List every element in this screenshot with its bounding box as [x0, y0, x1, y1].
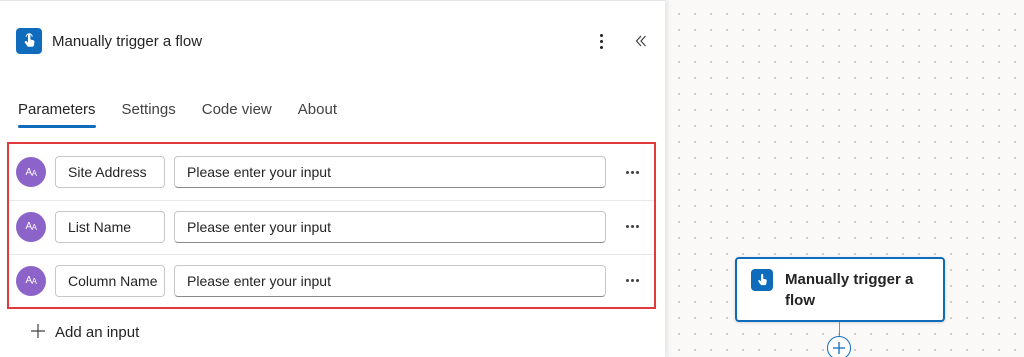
- add-input-button[interactable]: Add an input: [30, 323, 139, 342]
- collapse-panel-icon[interactable]: [633, 33, 649, 49]
- input-value-field[interactable]: Please enter your input: [174, 156, 606, 188]
- touch-trigger-icon: [16, 28, 42, 54]
- plus-icon: [30, 323, 46, 342]
- text-type-icon: AA: [16, 157, 46, 187]
- input-name-field[interactable]: Site Address: [55, 156, 165, 188]
- designer-canvas[interactable]: Manually trigger a flow: [665, 0, 1024, 357]
- input-name-field[interactable]: Column Name: [55, 264, 165, 297]
- more-horizontal-icon[interactable]: [624, 225, 640, 228]
- trigger-config-panel: Manually trigger a flow Parameters Setti…: [0, 0, 665, 357]
- trigger-card[interactable]: Manually trigger a flow: [735, 257, 945, 322]
- input-name-field[interactable]: List Name: [55, 210, 165, 243]
- text-type-icon: AA: [16, 211, 46, 242]
- add-input-label: Add an input: [55, 324, 140, 341]
- input-value-field[interactable]: Please enter your input: [174, 210, 606, 243]
- more-options-icon[interactable]: [593, 31, 609, 51]
- tab-parameters[interactable]: Parameters: [18, 101, 96, 128]
- plus-circle-icon[interactable]: [827, 336, 851, 357]
- trigger-inputs-list: AA Site Address Please enter your input …: [7, 142, 656, 309]
- more-horizontal-icon[interactable]: [624, 170, 640, 174]
- more-horizontal-icon[interactable]: [624, 279, 640, 282]
- tab-settings[interactable]: Settings: [122, 101, 176, 128]
- tab-code-view[interactable]: Code view: [202, 101, 272, 128]
- text-type-icon: AA: [16, 265, 46, 296]
- tab-about[interactable]: About: [298, 101, 337, 128]
- panel-title: Manually trigger a flow: [52, 32, 203, 50]
- panel-tabs: Parameters Settings Code view About: [18, 101, 337, 128]
- input-row: AA List Name Please enter your input: [9, 200, 654, 252]
- touch-trigger-icon: [751, 269, 773, 291]
- input-value-field[interactable]: Please enter your input: [174, 264, 606, 297]
- flow-designer: Manually trigger a flow Parameters Setti…: [0, 0, 1024, 357]
- panel-header: Manually trigger a flow: [16, 27, 649, 55]
- input-row: AA Site Address Please enter your input: [9, 146, 654, 198]
- header-actions: [593, 31, 649, 51]
- trigger-card-label: Manually trigger a flow: [785, 271, 914, 309]
- input-row: AA Column Name Please enter your input: [9, 254, 654, 306]
